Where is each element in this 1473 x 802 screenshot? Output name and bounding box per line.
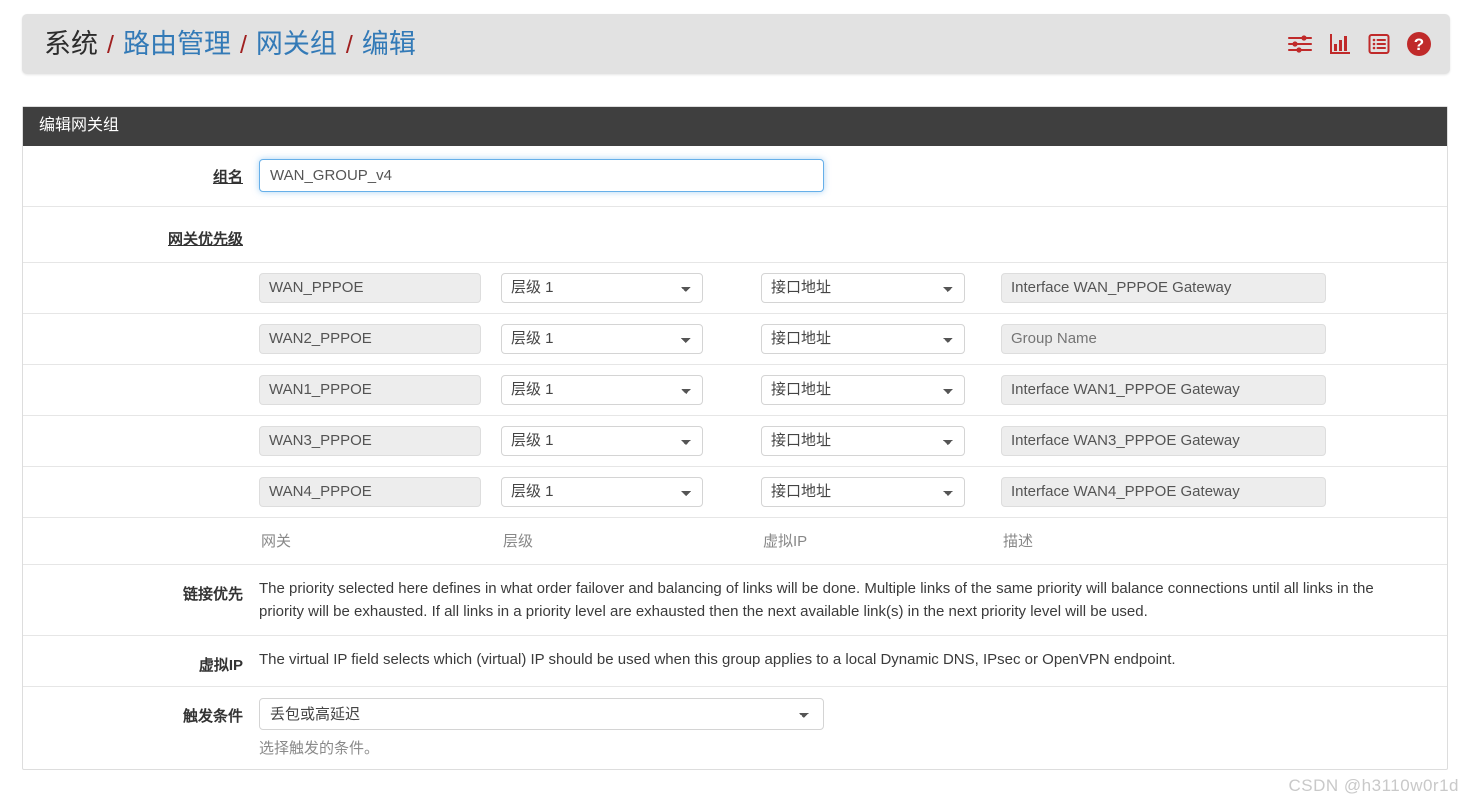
virtual-ip-label: 虚拟IP (198, 657, 243, 675)
gateway-name-cell (259, 476, 481, 507)
breadcrumb-item-gateway-groups[interactable]: 网关组 (256, 30, 337, 58)
breadcrumb-item-edit[interactable]: 编辑 (362, 30, 416, 58)
gateway-virtualip-cell: 接口地址 (761, 476, 965, 507)
bar-chart-icon[interactable] (1328, 32, 1352, 56)
gateway-description-input[interactable] (1001, 374, 1326, 405)
gateway-description-input[interactable] (1001, 425, 1326, 456)
gateway-name-input[interactable] (259, 374, 481, 405)
breadcrumb-separator: / (239, 30, 247, 59)
gateway-virtualip-cell: 接口地址 (761, 374, 965, 405)
gateway-virtualip-cell: 接口地址 (761, 425, 965, 456)
gateway-description-cell (1001, 425, 1326, 456)
trigger-condition-help: 选择触发的条件。 (259, 740, 380, 758)
gateway-tier-select[interactable]: 层级 1 (501, 476, 703, 507)
group-name-field-wrap (259, 158, 1447, 192)
gateway-priority-label: 网关优先级 (167, 230, 243, 248)
list-icon[interactable] (1367, 32, 1391, 56)
table-row: 层级 1 接口地址 (23, 365, 1447, 416)
table-row: 层级 1 接口地址 (23, 467, 1447, 518)
column-caption-virtual-ip: 虚拟IP (763, 532, 808, 550)
gateway-virtual-ip-select[interactable]: 接口地址 (761, 476, 965, 507)
gateway-name-cell (259, 425, 481, 456)
link-priority-description: The priority selected here defines in wh… (259, 579, 1374, 621)
gateway-name-input[interactable] (259, 476, 481, 507)
breadcrumb-separator: / (107, 30, 114, 59)
breadcrumb-item-system[interactable]: 系统 (44, 30, 98, 58)
svg-text:?: ? (1414, 35, 1424, 54)
breadcrumb: 系统 / 路由管理 / 网关组 / 编辑 (44, 30, 416, 59)
gateway-virtual-ip-select[interactable]: 接口地址 (761, 272, 965, 303)
gateway-name-input[interactable] (259, 272, 481, 303)
trigger-field-wrap: 丢包或高延迟 选择触发的条件。 (259, 698, 1447, 758)
virtual-ip-description: The virtual IP field selects which (virt… (259, 651, 1176, 669)
sliders-icon[interactable] (1287, 32, 1313, 56)
virtual-ip-text-wrap: The virtual IP field selects which (virt… (259, 647, 1447, 672)
panel-body: 组名 网关优先级 层级 1 (23, 146, 1447, 769)
column-caption-gateway: 网关 (261, 532, 292, 550)
gateway-description-input[interactable] (1001, 476, 1326, 507)
group-name-input[interactable] (259, 158, 824, 192)
column-caption-description: 描述 (1003, 532, 1034, 550)
gateway-tier-cell: 层级 1 (501, 374, 703, 405)
watermark: CSDN @h3110w0r1d (1288, 776, 1459, 795)
gateway-tier-cell: 层级 1 (501, 425, 703, 456)
gateway-virtualip-cell: 接口地址 (761, 272, 965, 303)
gateway-priority-header-row: 网关优先级 (23, 207, 1447, 263)
gateway-virtual-ip-select[interactable]: 接口地址 (761, 323, 965, 354)
gateway-name-cell (259, 374, 481, 405)
gateway-tier-cell: 层级 1 (501, 272, 703, 303)
table-row: 层级 1 接口地址 (23, 314, 1447, 365)
trigger-condition-select[interactable]: 丢包或高延迟 (259, 698, 824, 731)
gateway-tier-select[interactable]: 层级 1 (501, 272, 703, 303)
group-name-row: 组名 (23, 146, 1447, 207)
gateway-tier-cell: 层级 1 (501, 476, 703, 507)
gateway-name-cell (259, 272, 481, 303)
gateway-tier-select[interactable]: 层级 1 (501, 425, 703, 456)
panel-title: 编辑网关组 (23, 107, 1447, 146)
gateway-description-input[interactable] (1001, 272, 1326, 303)
link-priority-text-wrap: The priority selected here defines in wh… (259, 576, 1447, 624)
table-row: 层级 1 接口地址 (23, 263, 1447, 314)
gateway-description-cell (1001, 323, 1326, 354)
gateway-description-cell (1001, 272, 1326, 303)
breadcrumb-icon-group: ? (1287, 31, 1432, 57)
gateway-tier-select[interactable]: 层级 1 (501, 374, 703, 405)
trigger-condition-label: 触发条件 (182, 708, 243, 726)
gateway-name-cell (259, 323, 481, 354)
gateway-virtual-ip-select[interactable]: 接口地址 (761, 374, 965, 405)
gateway-description-cell (1001, 476, 1326, 507)
gateway-description-input[interactable] (1001, 323, 1326, 354)
gateway-tier-cell: 层级 1 (501, 323, 703, 354)
virtual-ip-row: 虚拟IP The virtual IP field selects which … (23, 636, 1447, 688)
column-caption-row: 网关 层级 虚拟IP 描述 (23, 518, 1447, 565)
gateway-virtualip-cell: 接口地址 (761, 323, 965, 354)
gateway-name-input[interactable] (259, 323, 481, 354)
table-row: 层级 1 接口地址 (23, 416, 1447, 467)
trigger-condition-row: 触发条件 丢包或高延迟 选择触发的条件。 (23, 687, 1447, 769)
column-caption-tier: 层级 (503, 532, 534, 550)
edit-gateway-group-panel: 编辑网关组 组名 网关优先级 层级 1 (22, 106, 1448, 771)
gateway-virtual-ip-select[interactable]: 接口地址 (761, 425, 965, 456)
gateway-name-input[interactable] (259, 425, 481, 456)
breadcrumb-bar: 系统 / 路由管理 / 网关组 / 编辑 ? (22, 14, 1450, 74)
breadcrumb-separator: / (345, 30, 353, 59)
help-circle-icon[interactable]: ? (1406, 31, 1432, 57)
gateway-tier-select[interactable]: 层级 1 (501, 323, 703, 354)
link-priority-label: 链接优先 (182, 585, 243, 603)
breadcrumb-item-routing[interactable]: 路由管理 (123, 30, 231, 58)
gateway-description-cell (1001, 374, 1326, 405)
link-priority-row: 链接优先 The priority selected here defines … (23, 565, 1447, 637)
group-name-label: 组名 (212, 168, 243, 186)
